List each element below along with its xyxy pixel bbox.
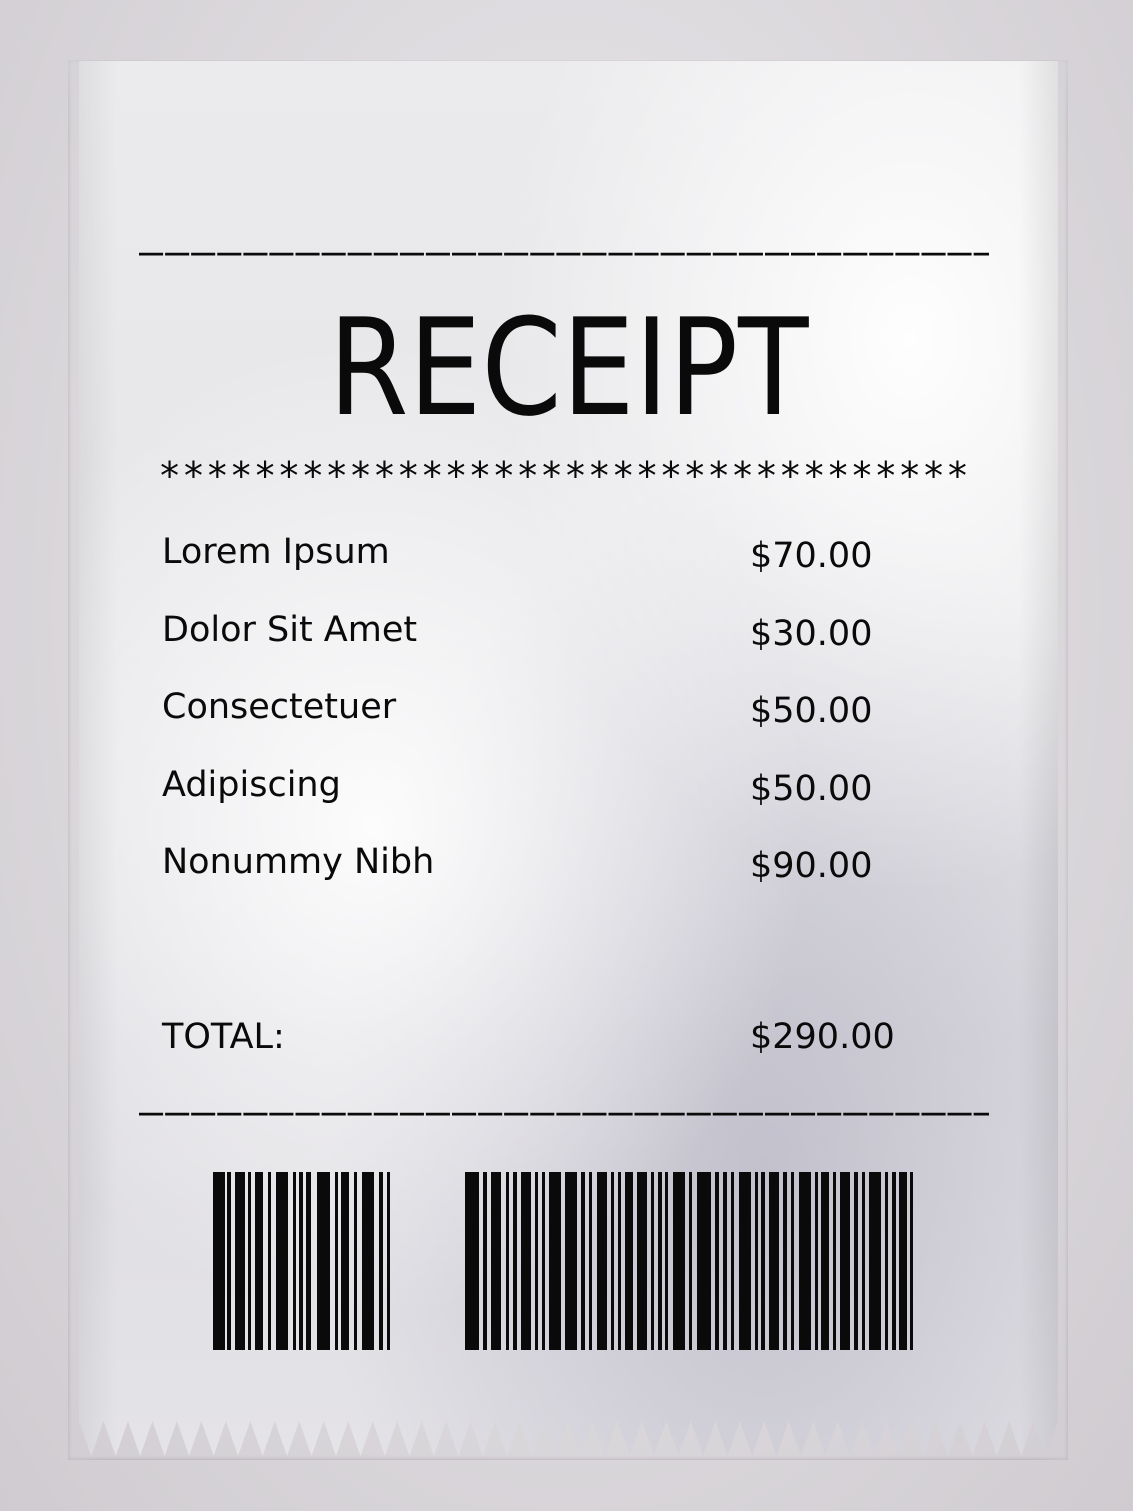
barcode-bar xyxy=(542,1172,545,1350)
barcode-bar xyxy=(625,1172,633,1350)
barcode-bar xyxy=(268,1172,271,1350)
barcode-bar xyxy=(854,1172,858,1350)
barcode-bar xyxy=(483,1172,487,1350)
barcode-bar xyxy=(833,1172,836,1350)
barcode-bar xyxy=(293,1172,296,1350)
barcode-bar xyxy=(379,1172,383,1350)
barcode-bar xyxy=(689,1172,692,1350)
receipt-title: RECEIPT xyxy=(328,290,809,446)
line-item: Lorem Ipsum $70.00 xyxy=(162,527,942,605)
line-items: Lorem Ipsum $70.00 Dolor Sit Amet $30.00… xyxy=(162,527,942,915)
barcode-bar xyxy=(465,1172,479,1350)
barcode-bar xyxy=(213,1172,225,1350)
item-name: Nonummy Nibh xyxy=(162,842,435,882)
barcode-bar xyxy=(227,1172,231,1350)
barcode-bar xyxy=(255,1172,263,1350)
barcode-bar xyxy=(306,1172,311,1350)
barcode-bar xyxy=(387,1172,390,1350)
barcode-bar xyxy=(362,1172,374,1350)
barcode-bar xyxy=(731,1172,734,1350)
barcode-bar xyxy=(581,1172,585,1350)
line-item: Consectetuer $50.00 xyxy=(162,682,942,760)
barcode-bar xyxy=(761,1172,765,1350)
barcode-bar xyxy=(248,1172,251,1350)
barcode-bar xyxy=(276,1172,288,1350)
barcode-bar xyxy=(341,1172,349,1350)
item-name: Adipiscing xyxy=(162,764,341,805)
barcode-bar xyxy=(862,1172,865,1350)
barcode-bar xyxy=(637,1172,647,1350)
barcode-bar xyxy=(589,1172,592,1350)
item-price: $70.00 xyxy=(750,536,873,576)
item-price: $50.00 xyxy=(750,768,873,809)
star-divider: ********************************** xyxy=(158,454,970,498)
barcode-bar xyxy=(299,1172,303,1350)
barcode-bar xyxy=(910,1172,913,1350)
barcode-bar xyxy=(658,1172,662,1350)
barcode-bar xyxy=(840,1172,850,1350)
barcode-bar xyxy=(521,1172,531,1350)
barcode-bar xyxy=(769,1172,779,1350)
barcode-bar xyxy=(673,1172,685,1350)
barcode-bar xyxy=(549,1172,561,1350)
total-row: TOTAL: $290.00 xyxy=(162,1012,942,1062)
barcode-bar xyxy=(506,1172,509,1350)
item-price: $30.00 xyxy=(750,613,873,654)
barcode-bar xyxy=(821,1172,829,1350)
barcode-bar xyxy=(597,1172,607,1350)
barcode-bar xyxy=(715,1172,719,1350)
total-label: TOTAL: xyxy=(162,1017,285,1057)
total-value: $290.00 xyxy=(750,1017,895,1057)
top-dashed-rule: –––––––––––––––––––––––––––––––––––– xyxy=(139,232,989,272)
barcode-bar xyxy=(869,1172,881,1350)
line-item: Adipiscing $50.00 xyxy=(162,760,942,838)
barcode-bar xyxy=(354,1172,357,1350)
item-price: $90.00 xyxy=(750,846,873,886)
barcode-bar xyxy=(739,1172,751,1350)
line-item: Dolor Sit Amet $30.00 xyxy=(162,605,942,683)
barcode-bar xyxy=(815,1172,818,1350)
barcode-bar xyxy=(723,1172,727,1350)
barcode-graphic xyxy=(213,1172,913,1350)
barcode-bar xyxy=(665,1172,668,1350)
item-name: Consectetuer xyxy=(162,687,397,727)
item-name: Lorem Ipsum xyxy=(162,532,390,572)
barcode-bar xyxy=(491,1172,501,1350)
barcode-bar xyxy=(892,1172,896,1350)
item-price: $50.00 xyxy=(750,691,873,731)
barcode-bar xyxy=(235,1172,245,1350)
barcode-bar xyxy=(885,1172,888,1350)
barcode-bar xyxy=(618,1172,621,1350)
barcode-bar xyxy=(535,1172,538,1350)
barcode-bar xyxy=(783,1172,787,1350)
barcode-bar xyxy=(755,1172,758,1350)
barcode-bar xyxy=(513,1172,517,1350)
barcode-bar xyxy=(651,1172,654,1350)
barcode-bar xyxy=(791,1172,794,1350)
barcode-bar xyxy=(899,1172,907,1350)
barcode-bar xyxy=(335,1172,338,1350)
barcode-bar xyxy=(611,1172,614,1350)
barcode-bar xyxy=(565,1172,577,1350)
item-name: Dolor Sit Amet xyxy=(162,609,418,650)
line-item: Nonummy Nibh $90.00 xyxy=(162,837,942,915)
barcode-bar xyxy=(799,1172,811,1350)
barcode-bar xyxy=(697,1172,711,1350)
barcode-bar xyxy=(317,1172,330,1350)
barcode-icon xyxy=(213,1172,913,1350)
bottom-dashed-rule: –––––––––––––––––––––––––––––––––––– xyxy=(139,1092,989,1132)
